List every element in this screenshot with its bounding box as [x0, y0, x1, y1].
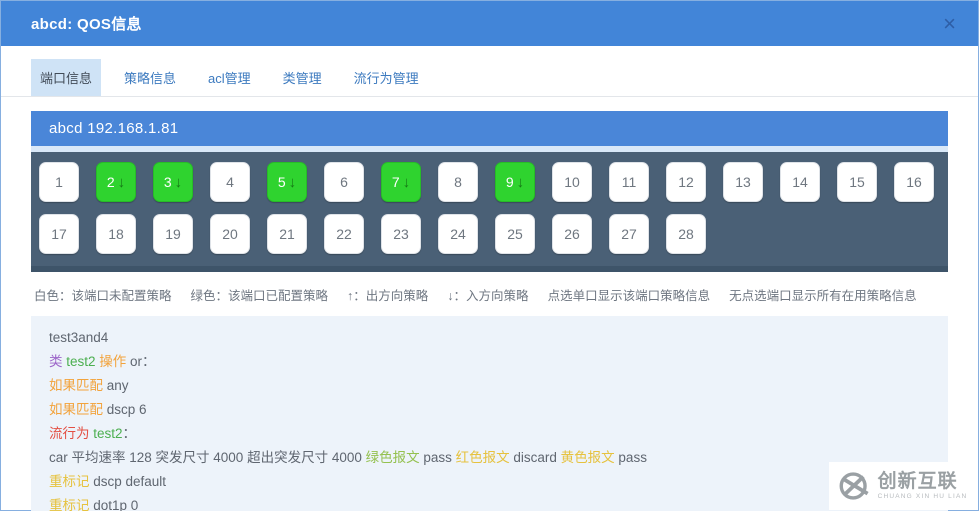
down-arrow-icon: ↓	[516, 173, 525, 191]
port-21[interactable]: 21	[267, 214, 307, 254]
policy-line: 类 test2 操作 or：	[49, 354, 156, 369]
port-1[interactable]: 1	[39, 162, 79, 202]
port-number: 1	[55, 174, 63, 190]
port-number: 16	[906, 174, 922, 190]
port-12[interactable]: 12	[666, 162, 706, 202]
port-number: 28	[678, 226, 694, 242]
down-arrow-icon: ↓	[402, 173, 411, 191]
port-number: 2	[106, 174, 115, 190]
port-3[interactable]: 3 ↓	[153, 162, 193, 202]
down-arrow-icon: ↓	[288, 173, 297, 191]
policy-line: 重标记 dscp default	[49, 474, 167, 489]
port-11[interactable]: 11	[609, 162, 649, 202]
qos-dialog: { "dialog": { "title": "abcd: QOS信息", "c…	[0, 0, 979, 511]
policy-line: test3and4	[49, 330, 109, 345]
port-13[interactable]: 13	[723, 162, 763, 202]
legend-item: 白色：该端口未配置策略	[34, 289, 172, 303]
dialog-title-bar: abcd: QOS信息 ×	[1, 1, 978, 46]
port-row-2: 17 18 19 20 21 22 23 24 25 26 27 28	[39, 214, 948, 254]
policy-line: 如果匹配 any	[49, 378, 129, 393]
port-number: 11	[621, 174, 637, 190]
port-14[interactable]: 14	[780, 162, 820, 202]
port-number: 8	[454, 174, 462, 190]
port-9[interactable]: 9 ↓	[495, 162, 535, 202]
port-19[interactable]: 19	[153, 214, 193, 254]
port-number: 24	[450, 226, 466, 242]
policy-line: 如果匹配 dscp 6	[49, 402, 147, 417]
port-number: 18	[108, 226, 124, 242]
close-icon[interactable]: ×	[939, 12, 960, 35]
port-number: 17	[51, 226, 67, 242]
port-number: 15	[849, 174, 865, 190]
tab-5[interactable]: 流行为管理	[345, 59, 428, 96]
tab-3[interactable]: acl管理	[199, 59, 260, 96]
port-26[interactable]: 26	[552, 214, 592, 254]
watermark-cn: 创新互联	[877, 470, 958, 492]
port-number: 4	[226, 174, 234, 190]
port-number: 12	[678, 174, 694, 190]
policy-line: 重标记 dot1p 0	[49, 498, 139, 511]
port-number: 9	[505, 174, 514, 190]
tab-1[interactable]: 端口信息	[31, 59, 102, 96]
port-20[interactable]: 20	[210, 214, 250, 254]
legend: 白色：该端口未配置策略 绿色：该端口已配置策略 ↑：出方向策略 ↓：入方向策略 点选单口…	[34, 285, 948, 304]
port-17[interactable]: 17	[39, 214, 79, 254]
down-arrow-icon: ↓	[174, 173, 183, 191]
port-number: 22	[336, 226, 352, 242]
dialog-title: abcd: QOS信息	[31, 16, 142, 33]
legend-item: ↓：入方向策略	[447, 289, 529, 303]
port-8[interactable]: 8	[438, 162, 478, 202]
device-header: abcd 192.168.1.81	[31, 111, 948, 146]
port-number: 19	[165, 226, 181, 242]
port-24[interactable]: 24	[438, 214, 478, 254]
legend-item: 绿色：该端口已配置策略	[190, 289, 329, 303]
port-number: 3	[163, 174, 172, 190]
tab-4[interactable]: 类管理	[274, 59, 331, 96]
policy-info: test3and4 类 test2 操作 or： 如果匹配 any 如果匹配 dscp…	[31, 316, 948, 511]
port-panel: 1 2 ↓ 3 ↓ 4 5 ↓ 6 7 ↓ 8 9 ↓ 10 11 12 13 14 15 16 17 18 19 20 21 2…	[31, 152, 948, 272]
watermark: 创新互联 CHUANG XIN HU LIAN	[829, 462, 975, 510]
port-25[interactable]: 25	[495, 214, 535, 254]
port-number: 26	[564, 226, 580, 242]
legend-item: ↑：出方向策略	[347, 289, 429, 303]
port-18[interactable]: 18	[96, 214, 136, 254]
port-number: 6	[340, 174, 348, 190]
port-23[interactable]: 23	[381, 214, 421, 254]
port-row-1: 1 2 ↓ 3 ↓ 4 5 ↓ 6 7 ↓ 8 9 ↓ 10 11 12 13 14 15 16	[39, 162, 948, 202]
device-name: abcd 192.168.1.81	[49, 120, 179, 137]
port-22[interactable]: 22	[324, 214, 364, 254]
port-5[interactable]: 5 ↓	[267, 162, 307, 202]
port-number: 21	[279, 226, 295, 242]
legend-item: 无点选端口显示所有在用策略信息	[729, 289, 917, 303]
port-number: 25	[507, 226, 523, 242]
device-panel: abcd 192.168.1.81 1 2 ↓ 3 ↓ 4 5 ↓ 6 7 ↓ 8 9 ↓ 10 11 12 13…	[31, 111, 948, 272]
policy-line: car 平均速率 128 突发尺寸 4000 超出突发尺寸 4000 绿色报文 …	[49, 450, 647, 465]
port-number: 5	[277, 174, 286, 190]
policy-line: 流行为 test2：	[49, 426, 137, 441]
port-number: 27	[621, 226, 637, 242]
watermark-en: CHUANG XIN HU LIAN	[877, 492, 968, 500]
port-15[interactable]: 15	[837, 162, 877, 202]
port-10[interactable]: 10	[552, 162, 592, 202]
watermark-text: 创新互联 CHUANG XIN HU LIAN	[878, 472, 968, 501]
tab-bar: 端口信息 策略信息 acl管理 类管理 流行为管理	[1, 46, 978, 97]
port-27[interactable]: 27	[609, 214, 649, 254]
legend-item: 点选单口显示该端口策略信息	[547, 289, 711, 303]
port-28[interactable]: 28	[666, 214, 706, 254]
port-7[interactable]: 7 ↓	[381, 162, 421, 202]
port-2[interactable]: 2 ↓	[96, 162, 136, 202]
down-arrow-icon: ↓	[117, 173, 126, 191]
port-number: 7	[391, 174, 400, 190]
port-number: 23	[393, 226, 409, 242]
tab-2[interactable]: 策略信息	[115, 59, 185, 96]
port-number: 13	[735, 174, 751, 190]
watermark-logo-icon	[839, 472, 869, 500]
port-number: 14	[792, 174, 808, 190]
port-number: 20	[222, 226, 238, 242]
port-4[interactable]: 4	[210, 162, 250, 202]
port-16[interactable]: 16	[894, 162, 934, 202]
port-6[interactable]: 6	[324, 162, 364, 202]
port-number: 10	[564, 174, 580, 190]
